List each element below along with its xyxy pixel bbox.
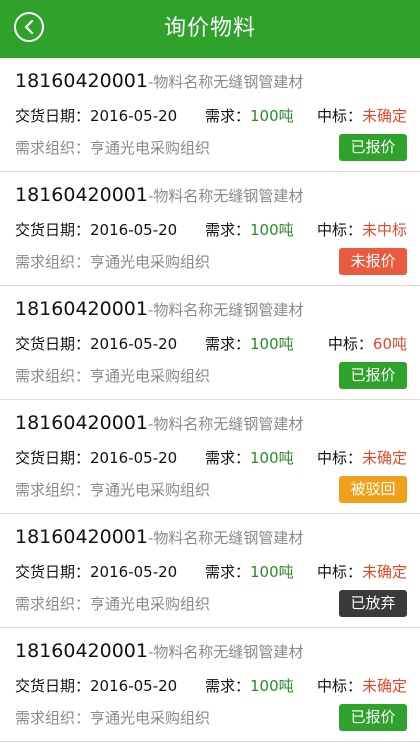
- item-material-name: -物料名称无缝钢管建材: [147, 301, 304, 319]
- demand-quantity: 需求：100吨: [205, 449, 294, 467]
- bid-result: 中标：未确定: [316, 677, 407, 695]
- demand-org: 需求组织：亨通光电采购组织: [15, 367, 211, 385]
- list-item[interactable]: 18160420001-物料名称无缝钢管建材 交货日期：2016-05-20 需…: [0, 400, 420, 514]
- delivery-date: 交货日期：2016-05-20: [15, 563, 178, 581]
- demand-org: 需求组织：亨通光电采购组织: [15, 481, 211, 499]
- list-item[interactable]: 18160420001-物料名称无缝钢管建材 交货日期：2016-05-20 需…: [0, 628, 420, 742]
- bid-result: 中标：60吨: [327, 335, 407, 353]
- delivery-date: 交货日期：2016-05-20: [15, 221, 178, 239]
- item-code: 18160420001: [15, 298, 148, 320]
- item-material-name: -物料名称无缝钢管建材: [147, 73, 304, 91]
- item-material-name: -物料名称无缝钢管建材: [147, 643, 304, 661]
- demand-quantity: 需求：100吨: [205, 107, 294, 125]
- item-material-name: -物料名称无缝钢管建材: [147, 415, 304, 433]
- demand-quantity: 需求：100吨: [205, 221, 294, 239]
- status-badge[interactable]: 被驳回: [339, 476, 407, 503]
- inquiry-list: 18160420001-物料名称无缝钢管建材 交货日期：2016-05-20 需…: [0, 58, 420, 742]
- status-badge[interactable]: 已报价: [339, 134, 407, 161]
- demand-quantity: 需求：100吨: [205, 677, 294, 695]
- item-code: 18160420001: [15, 526, 148, 548]
- item-title: 18160420001-物料名称无缝钢管建材: [15, 526, 303, 548]
- demand-quantity: 需求：100吨: [205, 335, 294, 353]
- list-item[interactable]: 18160420001-物料名称无缝钢管建材 交货日期：2016-05-20 需…: [0, 286, 420, 400]
- delivery-date: 交货日期：2016-05-20: [15, 677, 178, 695]
- status-badge[interactable]: 已报价: [339, 362, 407, 389]
- status-badge[interactable]: 已报价: [339, 704, 407, 731]
- item-material-name: -物料名称无缝钢管建材: [147, 187, 304, 205]
- status-badge[interactable]: 未报价: [339, 248, 407, 275]
- delivery-date: 交货日期：2016-05-20: [15, 107, 178, 125]
- item-title: 18160420001-物料名称无缝钢管建材: [15, 640, 303, 662]
- bid-result: 中标：未确定: [316, 107, 407, 125]
- list-item[interactable]: 18160420001-物料名称无缝钢管建材 交货日期：2016-05-20 需…: [0, 58, 420, 172]
- app-header: 询价物料: [0, 0, 420, 58]
- demand-org: 需求组织：亨通光电采购组织: [15, 709, 211, 727]
- item-title: 18160420001-物料名称无缝钢管建材: [15, 184, 303, 206]
- item-code: 18160420001: [15, 184, 148, 206]
- item-code: 18160420001: [15, 640, 148, 662]
- bid-result: 中标：未确定: [316, 449, 407, 467]
- item-material-name: -物料名称无缝钢管建材: [147, 529, 304, 547]
- demand-quantity: 需求：100吨: [205, 563, 294, 581]
- item-code: 18160420001: [15, 412, 148, 434]
- list-item[interactable]: 18160420001-物料名称无缝钢管建材 交货日期：2016-05-20 需…: [0, 514, 420, 628]
- item-title: 18160420001-物料名称无缝钢管建材: [15, 70, 303, 92]
- status-badge[interactable]: 已放弃: [339, 590, 407, 617]
- item-title: 18160420001-物料名称无缝钢管建材: [15, 412, 303, 434]
- bid-result: 中标：未中标: [316, 221, 407, 239]
- delivery-date: 交货日期：2016-05-20: [15, 335, 178, 353]
- item-code: 18160420001: [15, 70, 148, 92]
- bid-result: 中标：未确定: [316, 563, 407, 581]
- demand-org: 需求组织：亨通光电采购组织: [15, 595, 211, 613]
- demand-org: 需求组织：亨通光电采购组织: [15, 139, 211, 157]
- delivery-date: 交货日期：2016-05-20: [15, 449, 178, 467]
- page-title: 询价物料: [163, 16, 256, 41]
- demand-org: 需求组织：亨通光电采购组织: [15, 253, 211, 271]
- item-title: 18160420001-物料名称无缝钢管建材: [15, 298, 303, 320]
- list-item[interactable]: 18160420001-物料名称无缝钢管建材 交货日期：2016-05-20 需…: [0, 172, 420, 286]
